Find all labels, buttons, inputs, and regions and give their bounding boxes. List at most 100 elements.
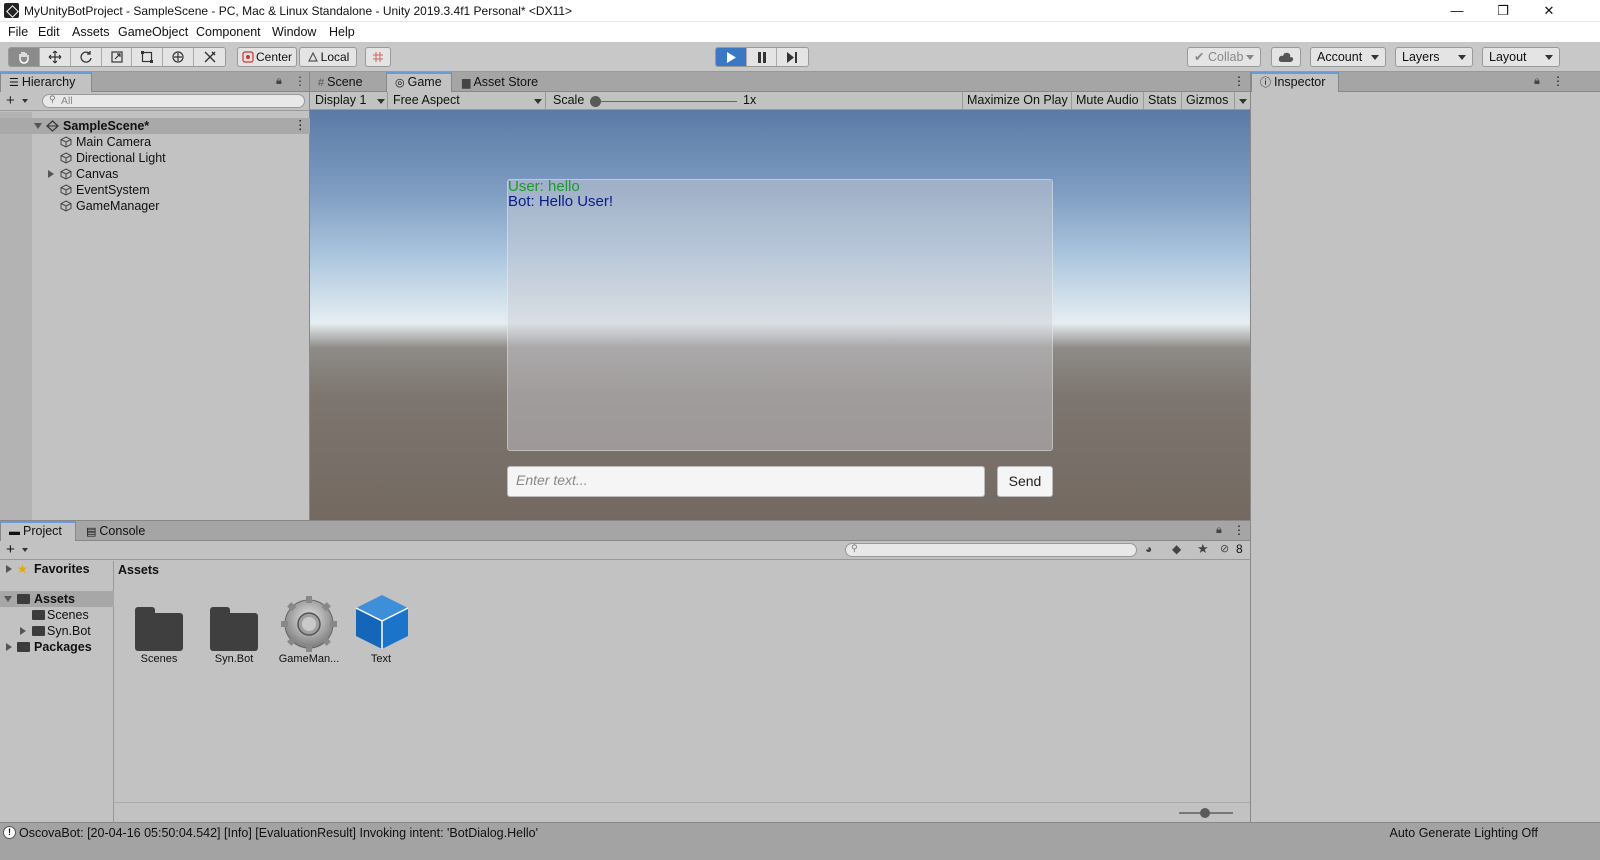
tree-favorites[interactable]: ★ Favorites — [0, 561, 114, 577]
chat-bot-message: Bot: Hello User! — [508, 193, 614, 210]
step-button[interactable] — [777, 48, 808, 66]
create-add-button[interactable]: + — [6, 92, 15, 109]
tree-synbot[interactable]: Syn.Bot — [0, 623, 114, 639]
menu-component[interactable]: Component — [196, 25, 261, 39]
store-bag-icon: ▆ — [462, 77, 471, 89]
tab-inspector[interactable]: ⓘ Inspector — [1251, 72, 1339, 92]
local-icon — [307, 51, 318, 62]
tab-console[interactable]: ▤ Console — [78, 521, 158, 541]
more-options-icon[interactable]: ⋮ — [1233, 74, 1245, 88]
play-button[interactable] — [716, 48, 747, 66]
send-button[interactable]: Send — [997, 466, 1053, 497]
menu-help[interactable]: Help — [329, 25, 355, 39]
account-dropdown[interactable]: Account — [1310, 47, 1386, 67]
account-label: Account — [1317, 50, 1363, 64]
more-options-icon[interactable]: ⋮ — [294, 117, 307, 133]
hierarchy-search-input[interactable]: ⚲ All — [42, 94, 305, 108]
search-by-type-icon[interactable]: ◕ — [1145, 542, 1152, 556]
expand-arrow-icon[interactable] — [34, 123, 42, 129]
expand-arrow-icon[interactable] — [6, 643, 12, 651]
pivot-center-toggle[interactable]: Center — [237, 47, 297, 67]
expand-arrow-icon[interactable] — [6, 565, 12, 573]
tree-packages[interactable]: Packages — [0, 639, 114, 655]
move-tool-button[interactable] — [39, 48, 71, 66]
layers-dropdown[interactable]: Layers — [1395, 47, 1473, 67]
display-dropdown[interactable]: Display 1 — [310, 92, 388, 110]
scene-row[interactable]: SampleScene* ⋮ — [0, 118, 310, 134]
lighting-status[interactable]: Auto Generate Lighting Off — [1390, 823, 1538, 843]
pause-button[interactable] — [746, 48, 778, 66]
hierarchy-item-directional-light[interactable]: Directional Light — [0, 150, 310, 166]
layout-dropdown[interactable]: Layout — [1482, 47, 1560, 67]
hierarchy-item-canvas[interactable]: Canvas — [0, 166, 310, 182]
transform-tool-button[interactable] — [163, 48, 195, 66]
folder-icon — [135, 607, 183, 651]
main-toolbar: Center Local ✔ Collab Account Layers Lay… — [0, 42, 1600, 72]
hierarchy-item-main-camera[interactable]: Main Camera — [0, 134, 310, 150]
stats-toggle[interactable]: Stats — [1143, 92, 1181, 110]
chevron-down-icon[interactable] — [22, 99, 28, 103]
grid-icon: # — [318, 77, 325, 89]
menu-assets[interactable]: Assets — [72, 25, 110, 39]
lock-icon[interactable]: 🔒︎ — [276, 75, 282, 88]
icon-size-slider-handle[interactable] — [1200, 808, 1210, 818]
icon-size-slider-track[interactable] — [1179, 808, 1233, 818]
chevron-down-icon — [1458, 55, 1466, 60]
tab-asset-store[interactable]: ▆ Asset Store — [454, 72, 554, 92]
aspect-dropdown[interactable]: Free Aspect — [388, 92, 546, 110]
menu-gameobject[interactable]: GameObject — [118, 25, 188, 39]
menu-window[interactable]: Window — [272, 25, 316, 39]
menu-file[interactable]: File — [8, 25, 28, 39]
tab-game[interactable]: ◎ Game — [386, 72, 452, 92]
bottom-strip — [0, 843, 1600, 860]
favorite-star-icon[interactable]: ★ — [1197, 541, 1209, 557]
chat-text-input[interactable]: Enter text... — [507, 466, 985, 497]
more-options-icon[interactable]: ⋮ — [294, 74, 306, 88]
create-add-button[interactable]: + — [6, 541, 15, 558]
hidden-visibility-icon[interactable]: ⊘ — [1220, 542, 1229, 555]
restore-button[interactable]: ❐ — [1480, 0, 1526, 22]
tab-project[interactable]: ▬ Project — [0, 521, 76, 541]
game-viewport[interactable]: User: hello Bot: Hello User! Enter text.… — [310, 110, 1250, 520]
collab-dropdown[interactable]: ✔ Collab — [1187, 47, 1261, 67]
hierarchy-item-gamemanager[interactable]: GameManager — [0, 198, 310, 214]
hierarchy-item-eventsystem[interactable]: EventSystem — [0, 182, 310, 198]
more-options-icon[interactable]: ⋮ — [1233, 523, 1245, 537]
menu-edit[interactable]: Edit — [38, 25, 60, 39]
lock-icon[interactable]: 🔒︎ — [1216, 524, 1222, 537]
scale-slider-handle[interactable] — [590, 96, 601, 107]
expand-arrow-icon[interactable] — [48, 170, 54, 178]
gizmos-toggle[interactable]: Gizmos — [1181, 92, 1232, 110]
chevron-down-icon — [1239, 99, 1247, 104]
hierarchy-searchbar: + ⚲ All — [0, 92, 309, 111]
close-button[interactable]: ✕ — [1526, 0, 1572, 22]
gizmos-dropdown[interactable] — [1234, 92, 1250, 110]
maximize-on-play-toggle[interactable]: Maximize On Play — [962, 92, 1072, 110]
tab-hierarchy[interactable]: ☰ Hierarchy — [0, 72, 92, 92]
lock-icon[interactable]: 🔒︎ — [1534, 75, 1540, 88]
hand-tool-button[interactable] — [9, 48, 40, 66]
scale-tool-button[interactable] — [101, 48, 133, 66]
expand-arrow-icon[interactable] — [4, 596, 12, 602]
rect-tool-button[interactable] — [132, 48, 164, 66]
search-by-label-icon[interactable]: ◆ — [1172, 542, 1181, 556]
tree-assets[interactable]: Assets — [0, 591, 114, 607]
pivot-local-toggle[interactable]: Local — [299, 47, 357, 67]
rotate-tool-button[interactable] — [70, 48, 102, 66]
scale-slider-track[interactable] — [590, 96, 737, 107]
cloud-button[interactable] — [1271, 47, 1301, 67]
expand-arrow-icon[interactable] — [20, 627, 26, 635]
assets-breadcrumb[interactable]: Assets — [118, 563, 159, 577]
info-icon: ⓘ — [1260, 77, 1271, 89]
status-message[interactable]: OscovaBot: [20-04-16 05:50:04.542] [Info… — [19, 823, 538, 843]
minimize-button[interactable]: — — [1434, 0, 1480, 22]
custom-tool-button[interactable] — [194, 48, 225, 66]
transform-tools — [8, 47, 226, 67]
grid-snap-button[interactable] — [365, 47, 391, 67]
more-options-icon[interactable]: ⋮ — [1552, 74, 1564, 88]
tab-scene[interactable]: # Scene — [310, 72, 386, 92]
chevron-down-icon[interactable] — [22, 548, 28, 552]
mute-audio-toggle[interactable]: Mute Audio — [1071, 92, 1143, 110]
project-search-input[interactable]: ⚲ — [845, 543, 1137, 557]
tree-scenes[interactable]: Scenes — [0, 607, 114, 623]
